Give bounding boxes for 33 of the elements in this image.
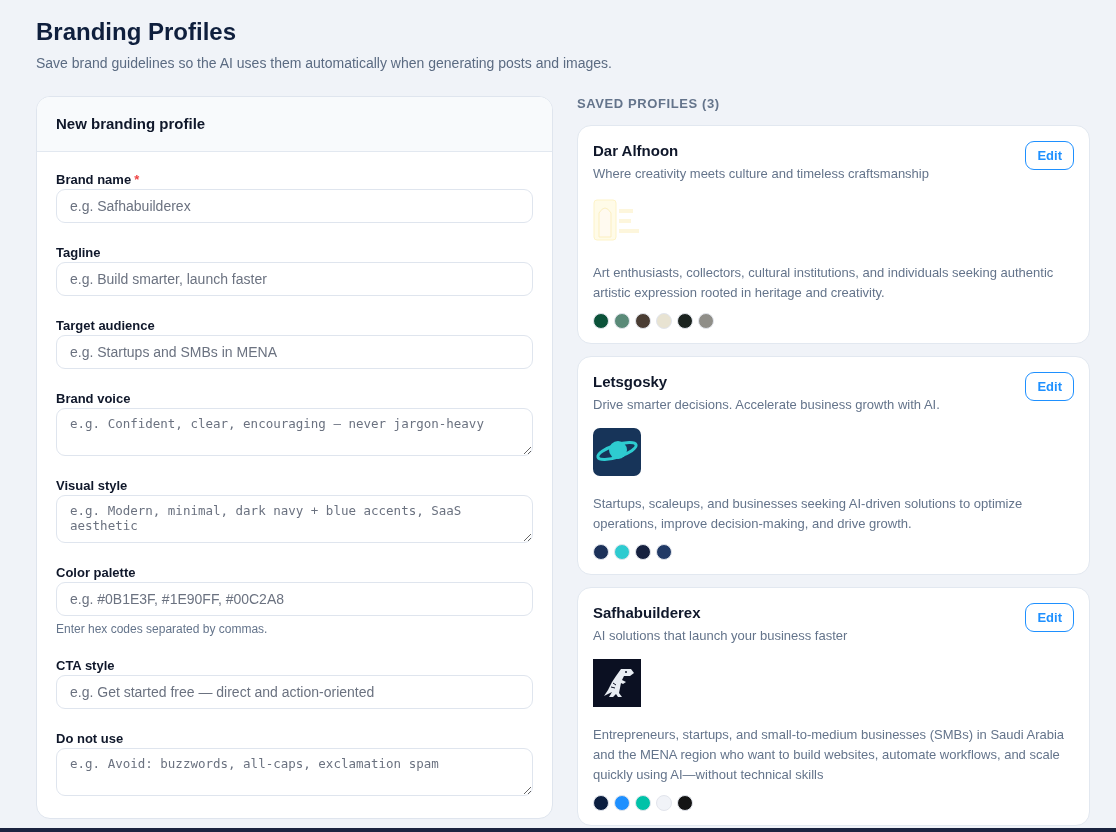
profile-audience: Startups, scaleups, and businesses seeking AI-driven solutions to optimize operations, improve decision-making, and drive growth. <box>593 495 1024 533</box>
text-area[interactable]: e.g. Modern, minimal, dark navy + blue accents, SaaS aesthetic <box>56 495 533 543</box>
field-label: Color palette <box>56 565 137 581</box>
profile-name: Dar Alfnoon <box>593 142 680 159</box>
profile-audience: Entrepreneurs, startups, and small-to-medium businesses (SMBs) in Saudi Arabia and the MENA region who want to build websites, automate workflows, and scale quickly using AI—without technical skills <box>593 726 1066 784</box>
profile-name: Letsgosky <box>593 373 669 390</box>
field-hint: Enter hex codes separated by commas. <box>56 622 269 636</box>
edit-button[interactable]: Edit <box>1025 372 1074 401</box>
page-subtitle: Save brand guidelines so the AI uses them automatically when generating posts and images. <box>36 55 613 71</box>
section-heading: SAVED PROFILES (3) <box>577 96 721 111</box>
field-label: Brand name * <box>56 172 141 188</box>
input-field[interactable]: e.g. Build smarter, launch faster <box>56 262 533 296</box>
profile-tagline: Drive smarter decisions. Accelerate business growth with AI. <box>593 397 941 412</box>
input-field[interactable]: e.g. Startups and SMBs in MENA <box>56 335 533 369</box>
field-label: CTA style <box>56 658 116 674</box>
text-area[interactable]: e.g. Confident, clear, encouraging — never jargon-heavy <box>56 408 533 456</box>
input-field[interactable]: e.g. Safhabuilderex <box>56 189 533 223</box>
profile-audience: Art enthusiasts, collectors, cultural institutions, and individuals seeking authentic artistic expression rooted in heritage and creativity. <box>593 264 1055 302</box>
page-title: Branding Profiles <box>36 18 238 46</box>
field-label: Tagline <box>56 245 102 261</box>
input-field[interactable]: e.g. #0B1E3F, #1E90FF, #00C2A8 <box>56 582 533 616</box>
input-field[interactable]: e.g. Get started free — direct and action-oriented <box>56 675 533 709</box>
edit-button[interactable]: Edit <box>1025 603 1074 632</box>
text-area[interactable]: e.g. Avoid: buzzwords, all-caps, exclamation spam <box>56 748 533 796</box>
field-label: Do not use <box>56 731 125 747</box>
field-label: Brand voice <box>56 391 132 407</box>
profile-tagline: AI solutions that launch your business faster <box>593 628 849 643</box>
profile-tagline: Where creativity meets culture and timeless craftsmanship <box>593 166 930 181</box>
profile-name: Safhabuilderex <box>593 604 702 621</box>
edit-button[interactable]: Edit <box>1025 141 1074 170</box>
field-label: Target audience <box>56 318 156 334</box>
form-title: New branding profile <box>37 97 552 152</box>
field-label: Visual style <box>56 478 129 494</box>
